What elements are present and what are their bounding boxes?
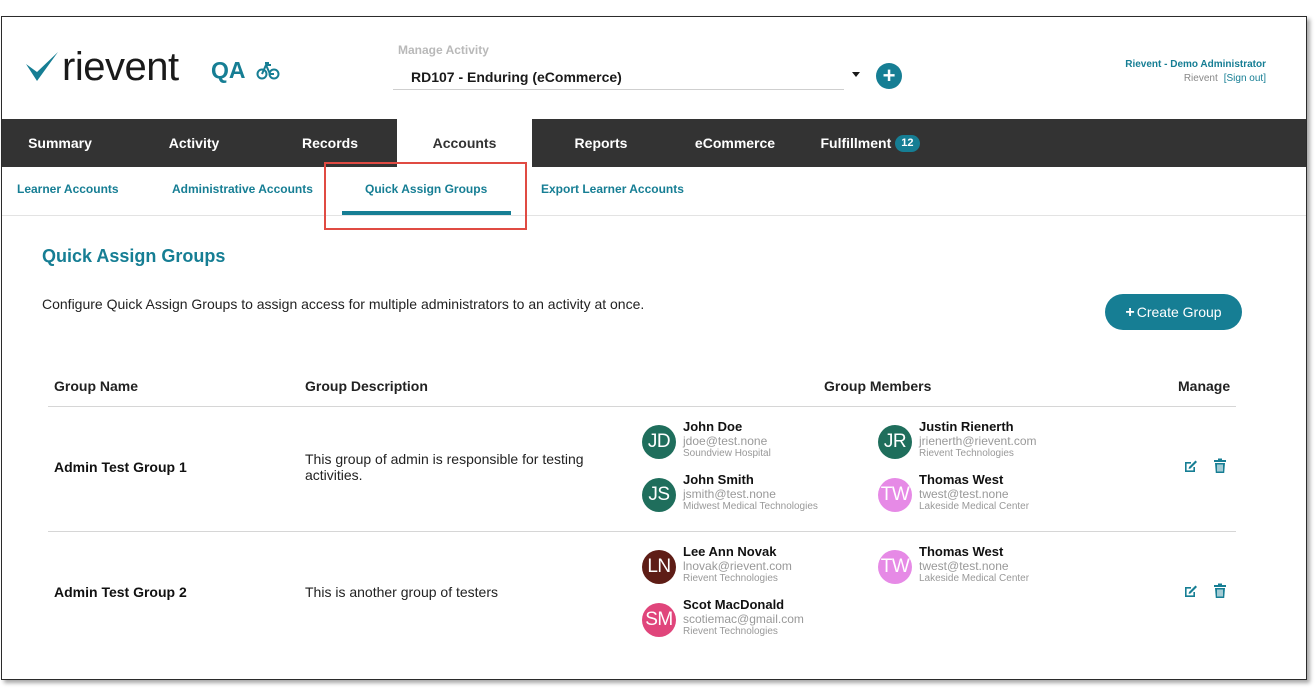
member-email: jrienerth@rievent.com xyxy=(919,434,1037,448)
tab-ecommerce[interactable]: eCommerce xyxy=(668,119,802,167)
sign-out-link[interactable]: [Sign out] xyxy=(1224,73,1266,84)
trash-icon[interactable] xyxy=(1213,458,1227,474)
member-org: Rievent Technologies xyxy=(919,448,1014,459)
member-name: Scot MacDonald xyxy=(683,597,785,612)
tab-reports[interactable]: Reports xyxy=(535,119,667,167)
activity-select-value: RD107 - Enduring (eCommerce) xyxy=(411,69,622,85)
member-org: Lakeside Medical Center xyxy=(919,501,1030,512)
trash-icon[interactable] xyxy=(1213,583,1227,599)
annotation-highlight-box xyxy=(324,162,527,230)
fulfillment-count-badge: 12 xyxy=(895,134,920,152)
member-name: John Smith xyxy=(683,472,754,487)
member-name: John Doe xyxy=(683,419,743,434)
member-email: jsmith@test.none xyxy=(683,487,776,501)
edit-icon[interactable] xyxy=(1183,583,1199,599)
plus-icon: + xyxy=(1125,304,1135,321)
tab-accounts-label: Accounts xyxy=(432,135,497,151)
bicycle-icon[interactable] xyxy=(256,59,280,81)
member-name: Justin Rienerth xyxy=(919,419,1014,434)
user-name: Rievent - Demo Administrator xyxy=(1125,59,1266,70)
member-name: Thomas West xyxy=(919,472,1004,487)
group-description: This is another group of testers xyxy=(305,584,498,600)
activity-label: Manage Activity xyxy=(398,43,489,57)
create-group-label: Create Group xyxy=(1136,304,1222,320)
member-org: Midwest Medical Technologies xyxy=(683,501,818,512)
avatar: TW xyxy=(878,550,912,584)
tab-records-label: Records xyxy=(301,135,359,151)
tab-reports-label: Reports xyxy=(574,135,628,151)
tab-activity[interactable]: Activity xyxy=(128,119,260,167)
tab-ecommerce-label: eCommerce xyxy=(694,135,776,151)
table-divider xyxy=(48,531,1236,532)
avatar: LN xyxy=(642,550,676,584)
tab-accounts[interactable]: Accounts xyxy=(397,119,532,167)
header-manage: Manage xyxy=(1178,378,1231,394)
member-email: jdoe@test.none xyxy=(683,434,768,448)
member-email: twest@test.none xyxy=(919,559,1009,573)
member-email: scotiemac@gmail.com xyxy=(683,612,804,626)
group-name: Admin Test Group 2 xyxy=(54,584,187,600)
subtab-administrative-accounts[interactable]: Administrative Accounts xyxy=(172,182,313,196)
subtab-learner-accounts[interactable]: Learner Accounts xyxy=(17,182,119,196)
edit-icon[interactable] xyxy=(1183,458,1199,474)
activity-select[interactable]: RD107 - Enduring (eCommerce) xyxy=(393,61,844,90)
member-email: twest@test.none xyxy=(919,487,1009,501)
group-description: This group of admin is responsible for t… xyxy=(305,451,584,483)
user-org: Rievent xyxy=(1183,73,1218,84)
member-name: Thomas West xyxy=(919,544,1004,559)
subtab-export-learner-accounts[interactable]: Export Learner Accounts xyxy=(541,182,684,196)
tab-summary[interactable]: Summary xyxy=(2,119,118,167)
header-group-description: Group Description xyxy=(305,378,428,394)
environment-label: QA xyxy=(211,57,246,83)
member-org: Soundview Hospital xyxy=(683,448,771,459)
avatar: JD xyxy=(642,425,676,459)
group-name: Admin Test Group 1 xyxy=(54,459,187,475)
checkmark-logo-icon xyxy=(26,52,58,81)
page-description: Configure Quick Assign Groups to assign … xyxy=(42,296,645,312)
user-org-line: Rievent [Sign out] xyxy=(1184,73,1266,84)
page-title: Quick Assign Groups xyxy=(42,246,226,266)
app-window: rievent QA Manage Activity RD107 - Endur… xyxy=(1,16,1307,680)
logo-text: rievent xyxy=(62,45,179,89)
avatar: JR xyxy=(878,425,912,459)
avatar: SM xyxy=(642,603,676,637)
header: rievent QA Manage Activity RD107 - Endur… xyxy=(2,17,1306,119)
avatar: JS xyxy=(642,478,676,512)
tab-records[interactable]: Records xyxy=(264,119,396,167)
tab-fulfillment-label: Fulfillment xyxy=(820,135,892,151)
create-group-button[interactable]: + Create Group xyxy=(1105,294,1242,330)
table-divider xyxy=(48,406,1236,407)
avatar: TW xyxy=(878,478,912,512)
member-org: Lakeside Medical Center xyxy=(919,573,1030,584)
member-org: Rievent Technologies xyxy=(683,626,778,637)
member-org: Rievent Technologies xyxy=(683,573,778,584)
header-group-members: Group Members xyxy=(824,378,932,394)
member-email: lnovak@rievent.com xyxy=(683,559,792,573)
member-name: Lee Ann Novak xyxy=(683,544,777,559)
tab-summary-label: Summary xyxy=(28,135,92,151)
tab-fulfillment[interactable]: Fulfillment 12 xyxy=(808,119,932,167)
rievent-logo[interactable]: rievent xyxy=(24,45,179,89)
plus-icon: + xyxy=(882,63,896,88)
chevron-down-icon[interactable] xyxy=(852,72,860,77)
tab-activity-label: Activity xyxy=(168,135,220,151)
main-nav: Summary Activity Records Accounts Report… xyxy=(2,119,1306,167)
header-group-name: Group Name xyxy=(54,378,139,394)
add-activity-button[interactable]: + xyxy=(876,63,902,89)
sub-nav: Learner Accounts Administrative Accounts… xyxy=(2,167,1306,216)
